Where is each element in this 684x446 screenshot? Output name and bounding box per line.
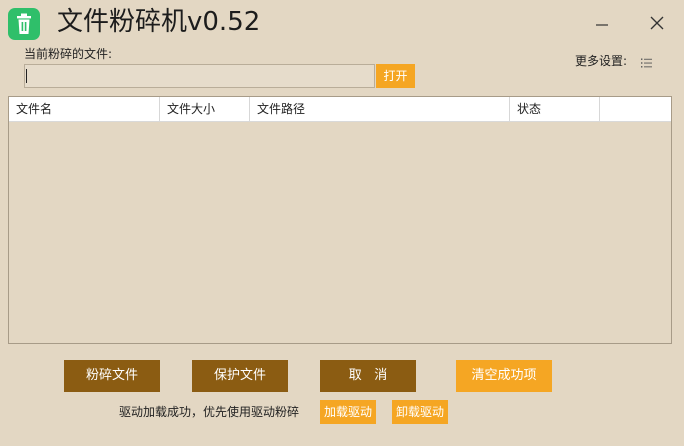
column-header-file-path[interactable]: 文件路径 [250,97,510,121]
load-driver-button[interactable]: 加载驱动 [320,400,376,424]
file-table: 文件名 文件大小 文件路径 状态 [8,96,672,344]
trash-icon [8,8,40,40]
clear-success-button[interactable]: 清空成功项 [456,360,552,392]
column-header-status[interactable]: 状态 [510,97,600,121]
current-file-label: 当前粉碎的文件: [24,47,113,61]
minimize-button[interactable] [589,10,615,36]
column-header-file-size[interactable]: 文件大小 [160,97,250,121]
open-button[interactable]: 打开 [376,64,415,88]
unload-driver-button[interactable]: 卸载驱动 [392,400,448,424]
text-caret [26,69,27,83]
shred-file-button[interactable]: 粉碎文件 [64,360,160,392]
more-settings-label: 更多设置: [575,54,628,68]
column-header-file-name[interactable]: 文件名 [9,97,160,121]
window-title: 文件粉碎机v0.52 [57,7,261,37]
column-header-extra[interactable] [600,97,671,121]
file-path-input[interactable] [24,64,375,88]
cancel-button[interactable]: 取 消 [320,360,416,392]
close-icon [650,16,664,30]
protect-file-button[interactable]: 保护文件 [192,360,288,392]
list-icon[interactable] [639,55,655,71]
close-button[interactable] [644,10,670,36]
minimize-icon [596,24,608,26]
driver-status-text: 驱动加载成功，优先使用驱动粉碎 [119,405,300,419]
table-header: 文件名 文件大小 文件路径 状态 [9,97,671,122]
app-window: 文件粉碎机v0.52 当前粉碎的文件: 打开 更多设置: 文件名 文件大小 文件… [0,0,684,446]
table-body[interactable] [9,122,671,343]
